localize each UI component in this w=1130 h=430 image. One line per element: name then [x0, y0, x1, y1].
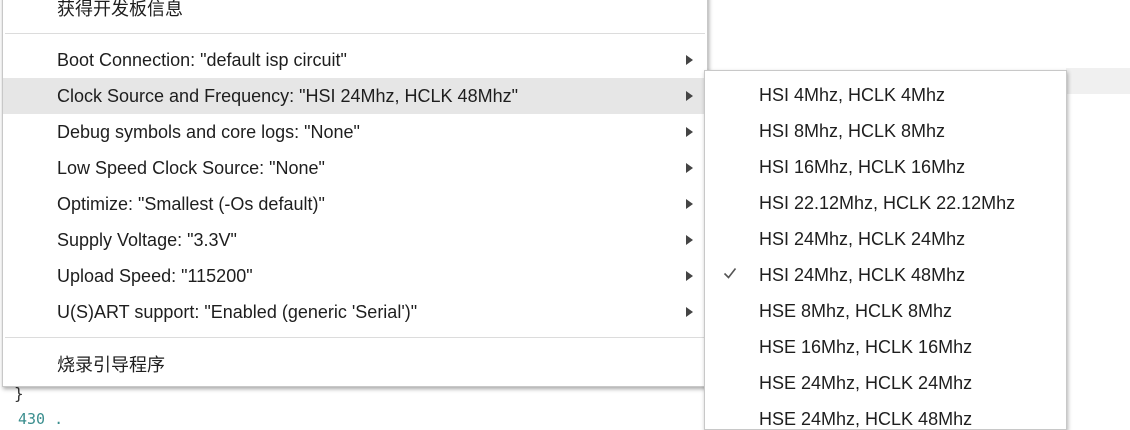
menu-item-label: 获得开发板信息 [57, 0, 183, 19]
submenu-item-label: HSE 8Mhz, HCLK 8Mhz [759, 301, 953, 321]
submenu-item-label: HSE 24Mhz, HCLK 24Mhz [759, 373, 973, 393]
menu-item-boot-connection[interactable]: Boot Connection: "default isp circuit" [3, 42, 707, 78]
submenu-item-hse-16[interactable]: HSE 16Mhz, HCLK 16Mhz [705, 329, 1066, 365]
submenu-arrow-icon [686, 91, 693, 101]
checkmark-icon [723, 268, 737, 279]
submenu-item-hsi-24-48[interactable]: HSI 24Mhz, HCLK 48Mhz [705, 257, 1066, 293]
menu-item-clock-source[interactable]: Clock Source and Frequency: "HSI 24Mhz, … [3, 78, 707, 114]
submenu-item-hse-8[interactable]: HSE 8Mhz, HCLK 8Mhz [705, 293, 1066, 329]
submenu-item-hsi-8[interactable]: HSI 8Mhz, HCLK 8Mhz [705, 113, 1066, 149]
menu-separator [5, 33, 705, 34]
submenu-item-label: HSE 24Mhz, HCLK 48Mhz [759, 409, 973, 429]
menu-item-debug-symbols[interactable]: Debug symbols and core logs: "None" [3, 114, 707, 150]
menu-item-label: U(S)ART support: "Enabled (generic 'Seri… [57, 302, 418, 322]
menu-item-optimize[interactable]: Optimize: "Smallest (-Os default)" [3, 186, 707, 222]
submenu-item-hsi-22[interactable]: HSI 22.12Mhz, HCLK 22.12Mhz [705, 185, 1066, 221]
submenu-item-hse-24-24[interactable]: HSE 24Mhz, HCLK 24Mhz [705, 365, 1066, 401]
menu-item-label: Upload Speed: "115200" [57, 266, 253, 286]
menu-separator [5, 337, 705, 338]
menu-item-upload-speed[interactable]: Upload Speed: "115200" [3, 258, 707, 294]
submenu-item-label: HSI 24Mhz, HCLK 24Mhz [759, 229, 966, 249]
code-partial-line: 430 . [18, 410, 64, 428]
menu-item-label: Supply Voltage: "3.3V" [57, 230, 237, 250]
submenu-item-label: HSI 24Mhz, HCLK 48Mhz [759, 265, 966, 285]
menu-item-usart-support[interactable]: U(S)ART support: "Enabled (generic 'Seri… [3, 294, 707, 330]
submenu-arrow-icon [686, 199, 693, 209]
submenu-item-label: HSI 16Mhz, HCLK 16Mhz [759, 157, 966, 177]
submenu-item-hsi-24-24[interactable]: HSI 24Mhz, HCLK 24Mhz [705, 221, 1066, 257]
menu-item-label: Debug symbols and core logs: "None" [57, 122, 360, 142]
submenu-item-hsi-16[interactable]: HSI 16Mhz, HCLK 16Mhz [705, 149, 1066, 185]
clock-source-submenu: HSI 4Mhz, HCLK 4Mhz HSI 8Mhz, HCLK 8Mhz … [704, 70, 1067, 430]
context-menu: 获得开发板信息 Boot Connection: "default isp ci… [2, 0, 708, 387]
submenu-item-hsi-4[interactable]: HSI 4Mhz, HCLK 4Mhz [705, 77, 1066, 113]
submenu-arrow-icon [686, 235, 693, 245]
submenu-item-hse-24-48[interactable]: HSE 24Mhz, HCLK 48Mhz [705, 401, 1066, 429]
menu-item-get-board-info[interactable]: 获得开发板信息 [3, 0, 707, 27]
menu-item-label: 烧录引导程序 [57, 355, 165, 375]
editor-current-line-highlight [1066, 68, 1130, 94]
menu-item-low-speed-clock[interactable]: Low Speed Clock Source: "None" [3, 150, 707, 186]
submenu-arrow-icon [686, 307, 693, 317]
submenu-item-label: HSI 8Mhz, HCLK 8Mhz [759, 121, 946, 141]
submenu-arrow-icon [686, 163, 693, 173]
menu-item-label: Optimize: "Smallest (-Os default)" [57, 194, 325, 214]
submenu-arrow-icon [686, 55, 693, 65]
menu-item-label: Boot Connection: "default isp circuit" [57, 50, 347, 70]
menu-item-label: Low Speed Clock Source: "None" [57, 158, 325, 178]
menu-item-burn-bootloader[interactable]: 烧录引导程序 [3, 347, 707, 383]
menu-item-label: Clock Source and Frequency: "HSI 24Mhz, … [57, 86, 518, 106]
submenu-item-label: HSI 4Mhz, HCLK 4Mhz [759, 85, 946, 105]
submenu-item-label: HSE 16Mhz, HCLK 16Mhz [759, 337, 973, 357]
submenu-arrow-icon [686, 127, 693, 137]
submenu-item-label: HSI 22.12Mhz, HCLK 22.12Mhz [759, 193, 1016, 213]
menu-item-supply-voltage[interactable]: Supply Voltage: "3.3V" [3, 222, 707, 258]
submenu-arrow-icon [686, 271, 693, 281]
